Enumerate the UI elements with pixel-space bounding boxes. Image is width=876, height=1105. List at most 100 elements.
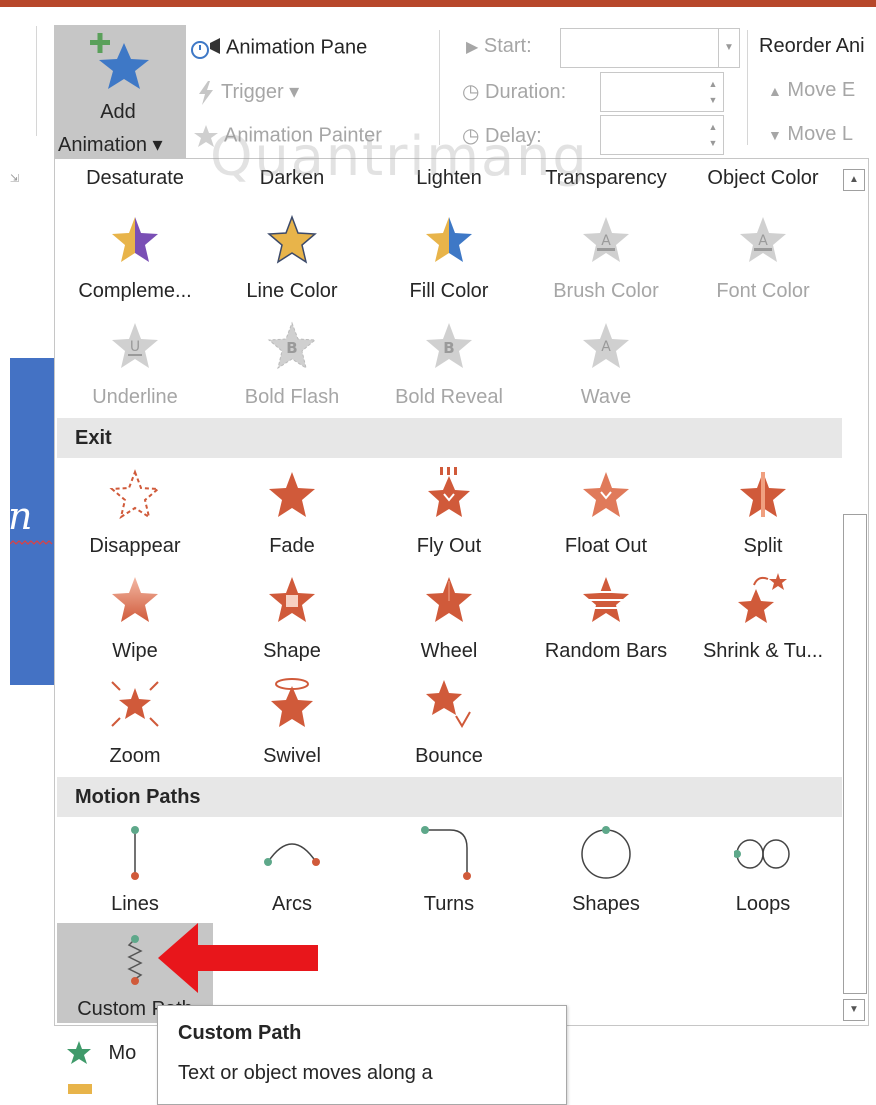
effect-label: Shape xyxy=(263,640,321,662)
effect-font-color: A Font Color xyxy=(685,211,841,311)
svg-text:B: B xyxy=(443,339,454,357)
star-bounce-icon xyxy=(426,680,471,728)
path-shapes-icon xyxy=(581,826,631,879)
effect-random-bars[interactable]: Random Bars xyxy=(528,571,684,671)
effect-label: Zoom xyxy=(109,745,161,767)
move-later-button[interactable]: ▼ Move L xyxy=(768,123,853,146)
spin-up-icon[interactable]: ▲ xyxy=(707,122,719,132)
animation-gallery: Desaturate Darken Lighten Transparency O… xyxy=(54,158,869,1026)
effect-label: Random Bars xyxy=(544,640,668,662)
star-fill-color-icon xyxy=(426,217,472,262)
effect-object-color[interactable]: Object Color xyxy=(685,163,841,203)
effect-brush-color: A Brush Color xyxy=(528,211,684,311)
triangle-down-icon: ▼ xyxy=(768,127,782,143)
title-bar-accent xyxy=(0,0,876,7)
scroll-up-icon[interactable]: ▲ xyxy=(843,169,865,191)
effect-label: Wave xyxy=(580,386,632,408)
slide-text-fragment: n xyxy=(8,494,33,538)
effect-shrink-turn[interactable]: Shrink & Tu... xyxy=(685,571,841,671)
start-label: ▶ Start: xyxy=(466,35,532,58)
delay-spinner[interactable]: ▲ ▼ xyxy=(600,115,724,155)
effect-bounce[interactable]: Bounce xyxy=(371,676,527,776)
svg-text:U: U xyxy=(130,339,140,355)
effect-label: Wheel xyxy=(420,640,478,662)
effect-label: Line Color xyxy=(246,280,338,302)
effect-complementary[interactable]: Compleme... xyxy=(57,211,213,311)
path-arcs[interactable]: Arcs xyxy=(214,824,370,924)
svg-text:B: B xyxy=(286,339,297,357)
spin-down-icon[interactable]: ▼ xyxy=(707,138,719,148)
callout-arrow-icon xyxy=(158,923,318,993)
star-shrink-turn-icon xyxy=(738,573,787,623)
effect-label: Swivel xyxy=(263,745,321,767)
group-dialog-launcher-icon[interactable]: ⇲ xyxy=(10,172,19,185)
path-loops[interactable]: Loops xyxy=(685,824,841,924)
tooltip-title: Custom Path xyxy=(178,1022,302,1044)
effect-label: Brush Color xyxy=(553,280,659,302)
effect-label: Bounce xyxy=(415,745,483,767)
star-disappear-icon xyxy=(109,469,161,520)
effect-bold-reveal: B Bold Reveal xyxy=(371,317,527,417)
chevron-down-icon[interactable]: ▼ xyxy=(718,29,739,67)
effect-label: Wipe xyxy=(112,640,158,662)
effect-label: Fade xyxy=(269,535,315,557)
effect-wipe[interactable]: Wipe xyxy=(57,571,213,671)
duration-spinner[interactable]: ▲ ▼ xyxy=(600,72,724,112)
effect-fade[interactable]: Fade xyxy=(214,466,370,566)
ribbon-separator xyxy=(747,30,748,145)
path-turns[interactable]: Turns xyxy=(371,824,527,924)
effect-fill-color[interactable]: Fill Color xyxy=(371,211,527,311)
more-effects-label: Mo xyxy=(108,1041,137,1064)
spin-down-icon[interactable]: ▼ xyxy=(707,95,719,105)
effect-underline: U Underline xyxy=(57,317,213,417)
star-swivel-icon xyxy=(271,678,313,727)
path-lines-icon xyxy=(131,826,139,880)
path-lines[interactable]: Lines xyxy=(57,824,213,924)
star-font-color-icon: A xyxy=(740,217,786,262)
effect-split[interactable]: Split xyxy=(685,466,841,566)
scroll-down-icon[interactable]: ▼ xyxy=(843,999,865,1021)
effect-label: Fill Color xyxy=(409,280,489,302)
tooltip-custom-path: Custom Path Text or object moves along a xyxy=(157,1005,567,1105)
star-green-icon xyxy=(67,1041,91,1064)
star-fly-out-icon xyxy=(428,467,470,517)
effect-float-out[interactable]: Float Out xyxy=(528,466,684,566)
play-icon: ▶ xyxy=(466,39,479,56)
path-loops-icon xyxy=(734,839,790,869)
star-line-color-icon xyxy=(267,214,317,264)
effect-label: Split xyxy=(743,535,783,557)
add-animation-label: Add xyxy=(100,101,136,123)
add-animation-button[interactable]: Add Animation ▾ xyxy=(54,25,186,159)
move-later-label: Move L xyxy=(787,123,854,145)
star-underline-icon: U xyxy=(112,323,158,368)
more-effects-item[interactable]: Mo xyxy=(66,1040,136,1066)
effect-disappear[interactable]: Disappear xyxy=(57,466,213,566)
animation-pane-button[interactable]: Animation Pane xyxy=(190,35,367,61)
effect-label: Bold Reveal xyxy=(395,386,503,408)
start-dropdown[interactable]: ▼ xyxy=(560,28,740,68)
effect-label: Float Out xyxy=(564,535,648,557)
spin-up-icon[interactable]: ▲ xyxy=(707,79,719,89)
effect-label: Shrink & Tu... xyxy=(702,640,824,662)
scrollbar-thumb[interactable] xyxy=(843,514,867,994)
effect-line-color[interactable]: Line Color xyxy=(214,211,370,311)
add-star-icon xyxy=(90,33,149,89)
gallery-scrollbar[interactable]: ▲ ▼ xyxy=(843,159,867,1025)
effect-label: Turns xyxy=(423,893,475,915)
star-bold-flash-icon: B xyxy=(267,321,317,370)
move-earlier-button[interactable]: ▲ Move E xyxy=(768,79,855,102)
effect-fly-out[interactable]: Fly Out xyxy=(371,466,527,566)
trigger-button[interactable]: Trigger ▾ xyxy=(195,79,299,106)
effect-wheel[interactable]: Wheel xyxy=(371,571,527,671)
add-animation-label-2: Animation ▾ xyxy=(58,134,163,156)
star-wipe-icon xyxy=(112,577,158,622)
path-shapes[interactable]: Shapes xyxy=(528,824,684,924)
effect-swivel[interactable]: Swivel xyxy=(214,676,370,776)
star-zoom-icon xyxy=(111,681,159,727)
effect-shape[interactable]: Shape xyxy=(214,571,370,671)
effect-desaturate[interactable]: Desaturate xyxy=(57,163,213,203)
effect-zoom[interactable]: Zoom xyxy=(57,676,213,776)
tooltip-body: Text or object moves along a xyxy=(178,1062,433,1084)
section-header-exit: Exit xyxy=(57,418,842,458)
effect-label: Shapes xyxy=(572,893,640,915)
